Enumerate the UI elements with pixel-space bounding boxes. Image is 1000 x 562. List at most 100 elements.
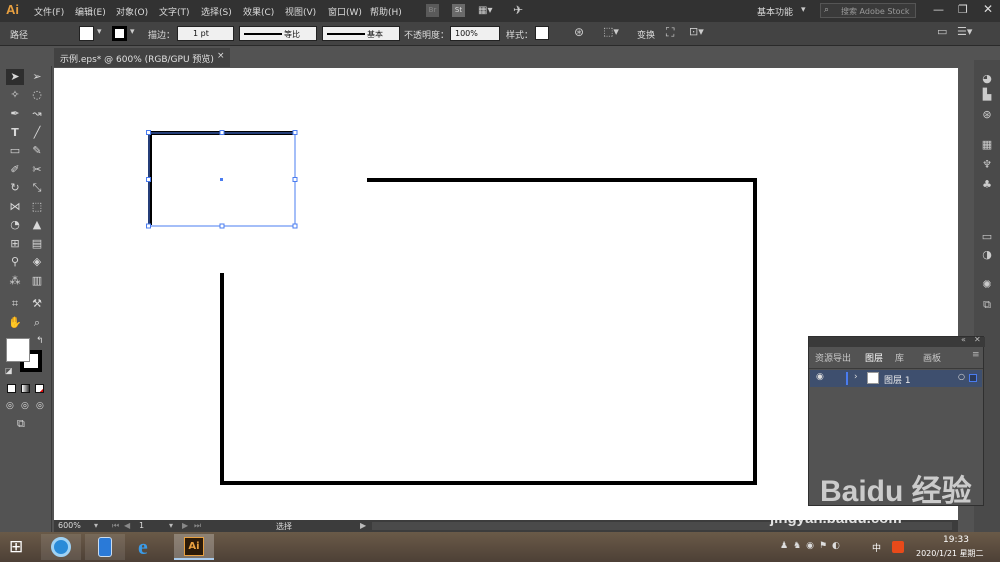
lasso-tool-icon[interactable]: ◌ [28,87,46,103]
fill-swatch[interactable] [79,26,94,41]
sogou-ime-icon[interactable] [892,541,904,553]
previous-artboard-icon[interactable]: ◀ [124,521,130,530]
close-icon[interactable]: ✕ [983,2,993,16]
appearance-icon[interactable]: ✺ [978,278,996,294]
taskbar-illustrator-app[interactable]: Ai [174,534,214,560]
menu-effect[interactable]: 效果(C) [243,5,274,18]
artboard-tool-icon[interactable]: ⌗ [6,296,24,312]
gpu-rocket-icon[interactable]: ✈ [513,3,523,17]
artboard-number[interactable]: 1 [139,521,144,530]
opacity-field[interactable]: 100% [450,26,500,41]
visibility-eye-icon[interactable]: ◉ [816,372,824,382]
pen-tool-icon[interactable]: ✒ [6,106,24,122]
swatches-icon[interactable]: ▦ [978,138,996,154]
column-graph-tool-icon[interactable]: ▥ [28,273,46,289]
transparency-icon[interactable]: ◑ [978,248,996,264]
ime-indicator[interactable]: 中 [872,541,881,554]
scissors-tool-icon[interactable]: ✂ [28,162,46,178]
magic-wand-tool-icon[interactable]: ✧ [6,87,24,103]
brushes-icon[interactable]: ♆ [978,158,996,174]
hand-tool-icon[interactable]: ✋ [6,315,24,331]
stroke-swatch[interactable] [112,26,127,41]
blend-tool-icon[interactable]: ◈ [28,254,46,270]
color-guide-icon[interactable]: ◕ [978,72,996,88]
panel-header[interactable]: « ✕ [809,335,985,347]
chevron-down-icon[interactable]: ▾ [130,27,135,37]
taskbar-browser-app[interactable] [41,534,81,560]
default-colors-icon[interactable]: ◪ [5,366,13,375]
arrange-documents-icon[interactable]: ▦▾ [478,5,492,16]
taskbar-phone-app[interactable] [85,534,125,560]
slice-tool-icon[interactable]: ⚒ [28,296,46,312]
panel-menu-icon[interactable]: ☰▾ [957,25,972,38]
curvature-tool-icon[interactable]: ↝ [28,106,46,122]
color-mode-icon[interactable] [7,384,16,393]
none-mode-icon[interactable] [35,384,44,393]
draw-behind-icon[interactable]: ◎ [21,401,29,411]
bridge-icon[interactable]: Br [426,4,439,17]
stroke-weight-field[interactable]: 1 pt [177,26,234,41]
close-tab-icon[interactable]: × [217,51,225,61]
rectangle-tool-icon[interactable]: ▭ [6,143,24,159]
menu-select[interactable]: 选择(S) [201,5,232,18]
tab-layers[interactable]: 图层 [861,348,888,366]
menu-edit[interactable]: 编辑(E) [75,5,106,18]
screen-mode-icon[interactable]: ⧉ [17,417,25,431]
symbols-icon[interactable]: ♣ [978,178,996,194]
menu-object[interactable]: 对象(O) [116,5,148,18]
start-button[interactable]: ⊞ [0,534,36,560]
selection-tool-icon[interactable]: ➤ [6,69,24,85]
graphic-styles-icon[interactable]: ⧉ [978,298,996,314]
gradient-panel-icon[interactable]: ▭ [978,230,996,246]
expand-chevron-icon[interactable]: › [854,372,858,382]
zoom-level[interactable]: 600% [58,521,81,530]
shaper-tool-icon[interactable]: ✐ [6,162,24,178]
paintbrush-tool-icon[interactable]: ✎ [28,143,46,159]
collapse-icon[interactable]: « [961,335,966,344]
stock-search-box[interactable]: ⌕ 搜索 Adobe Stock [820,3,916,18]
clock-date[interactable]: 2020/1/21 星期二 [916,548,984,559]
line-tool-icon[interactable]: ╱ [28,125,46,141]
isolate-object-icon[interactable]: ⛶ [666,25,674,40]
document-info-icon[interactable]: ▙ [978,88,996,104]
free-transform-tool-icon[interactable]: ⬚ [28,199,46,215]
perspective-grid-tool-icon[interactable]: ▲ [28,217,46,233]
restore-icon[interactable]: ❐ [958,3,968,16]
system-tray-icons[interactable]: ♟♞◉⚑◐ [780,541,845,551]
swap-colors-icon[interactable]: ↰ [36,336,44,346]
tab-asset-export[interactable]: 资源导出 [815,348,851,366]
layer-row[interactable]: ◉ › 图层 1 ○ [810,370,982,387]
align-icon[interactable]: ⬚▾ [603,25,619,38]
gradient-mode-icon[interactable] [21,384,30,393]
next-artboard-icon[interactable]: ▶ [182,521,188,530]
zoom-tool-icon[interactable]: ⌕ [28,315,46,331]
type-tool-icon[interactable]: T [6,125,24,141]
transform-label[interactable]: 变换 [637,28,655,41]
menu-file[interactable]: 文件(F) [34,5,64,18]
document-tab[interactable]: 示例.eps* @ 600% (RGB/GPU 预览) × [54,48,230,67]
workspace-switcher[interactable]: 基本功能 [757,5,793,18]
target-icon[interactable]: ○ [958,372,965,381]
chevron-down-icon[interactable]: ▾ [169,521,173,530]
draw-normal-icon[interactable]: ◎ [6,401,14,411]
navigator-icon[interactable]: ⊛ [978,108,996,124]
large-path[interactable] [220,178,757,485]
fill-color-box[interactable] [6,338,30,362]
width-tool-icon[interactable]: ⋈ [6,199,24,215]
status-menu-icon[interactable]: ▶ [360,521,366,530]
panel-menu-icon[interactable]: ≡ [972,350,980,360]
menu-window[interactable]: 窗口(W) [328,5,362,18]
last-artboard-icon[interactable]: ⏭ [194,521,201,531]
direct-selection-tool-icon[interactable]: ➢ [28,69,46,85]
graphic-style-swatch[interactable] [535,26,549,40]
tab-libraries[interactable]: 库 [895,348,904,366]
chevron-down-icon[interactable]: ▾ [94,521,98,530]
draw-inside-icon[interactable]: ◎ [36,401,44,411]
eyedropper-tool-icon[interactable]: ⚲ [6,254,24,270]
shape-builder-tool-icon[interactable]: ◔ [6,217,24,233]
menu-view[interactable]: 视图(V) [285,5,316,18]
chevron-down-icon[interactable]: ▾ [97,27,102,37]
menu-type[interactable]: 文字(T) [159,5,190,18]
tab-artboards[interactable]: 画板 [923,348,941,366]
rotate-tool-icon[interactable]: ↻ [6,180,24,196]
